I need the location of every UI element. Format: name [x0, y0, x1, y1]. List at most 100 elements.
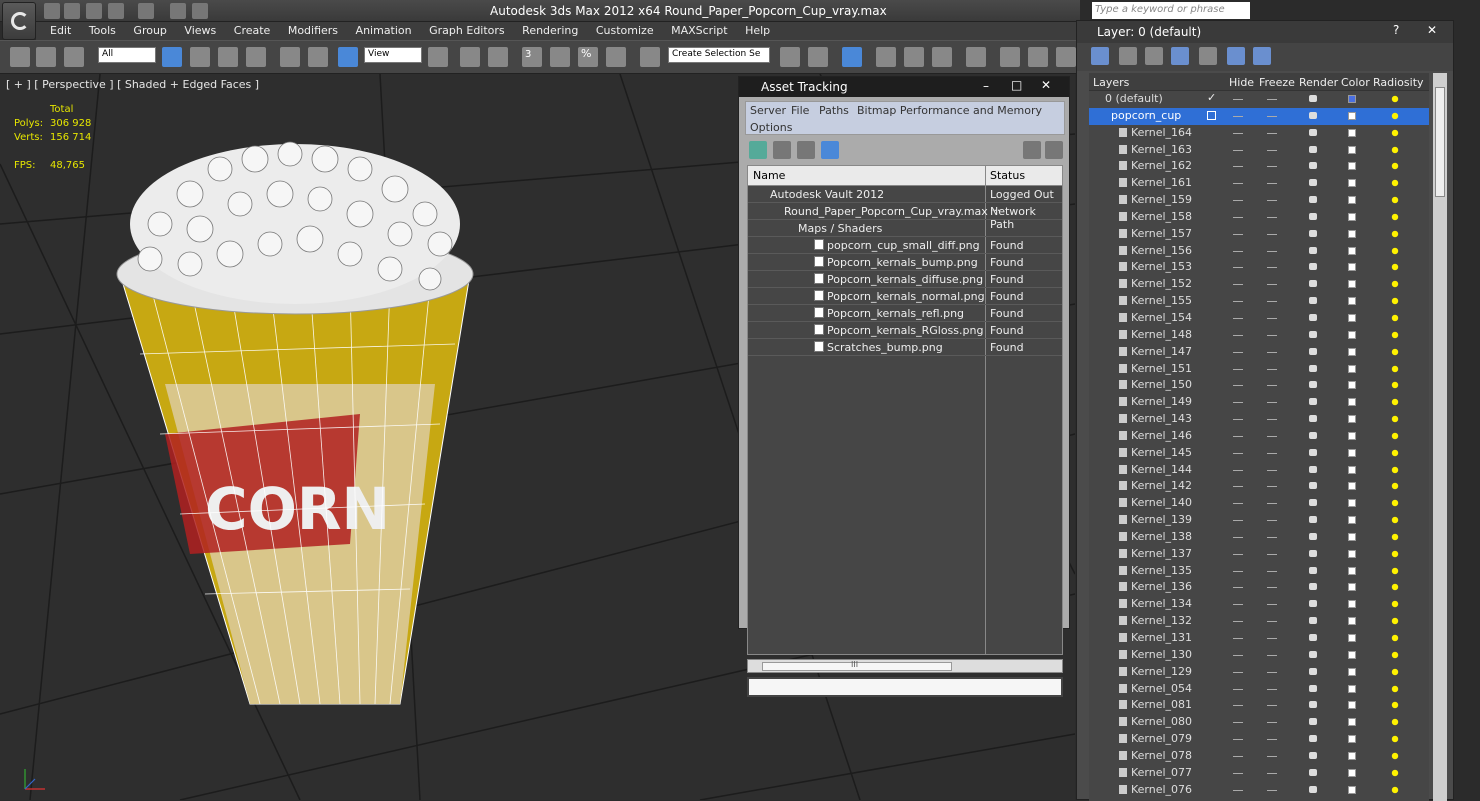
hide-toggle[interactable]	[1233, 267, 1243, 269]
new-file-icon[interactable]	[44, 3, 60, 19]
menu-help[interactable]: Help	[745, 22, 770, 39]
render-toggle-icon[interactable]	[1309, 313, 1317, 321]
freeze-toggle[interactable]	[1267, 520, 1277, 522]
add-to-layer-icon[interactable]	[1145, 47, 1163, 65]
help-icon[interactable]: ?	[1393, 23, 1399, 37]
object-color-swatch[interactable]	[1348, 549, 1356, 558]
render-toggle-icon[interactable]	[1309, 431, 1317, 439]
freeze-toggle[interactable]	[1267, 284, 1277, 286]
hide-toggle[interactable]	[1233, 301, 1243, 303]
named-selection-sets-dropdown[interactable]: Create Selection Se	[668, 47, 770, 63]
asset-tracking-titlebar[interactable]: Asset Tracking – □ ✕	[739, 77, 1069, 97]
radiosity-icon[interactable]	[1389, 749, 1401, 762]
object-color-swatch[interactable]	[1348, 785, 1356, 794]
close-icon[interactable]: ✕	[1041, 78, 1051, 92]
asset-row[interactable]: Maps / Shaders	[748, 220, 1062, 237]
list-view-icon[interactable]	[773, 141, 791, 159]
layer-object-row[interactable]: Kernel_076	[1089, 782, 1429, 799]
object-color-swatch[interactable]	[1348, 280, 1356, 289]
freeze-toggle[interactable]	[1267, 267, 1277, 269]
menu-views[interactable]: Views	[184, 22, 216, 39]
render-toggle-icon[interactable]	[1309, 263, 1317, 271]
hide-toggle[interactable]	[1233, 621, 1243, 623]
radiosity-icon[interactable]	[1389, 160, 1401, 173]
object-color-swatch[interactable]	[1348, 212, 1356, 221]
render-toggle-icon[interactable]	[1309, 128, 1317, 136]
freeze-toggle[interactable]	[1267, 638, 1277, 639]
render-toggle-icon[interactable]	[1309, 297, 1317, 305]
layer-object-row[interactable]: Kernel_079	[1089, 731, 1429, 748]
radiosity-icon[interactable]	[1389, 93, 1401, 105]
select-objects-icon[interactable]	[1171, 47, 1189, 65]
radiosity-icon[interactable]	[1389, 227, 1401, 240]
layer-object-row[interactable]: Kernel_153	[1089, 259, 1429, 276]
layer-object-row[interactable]: Kernel_132	[1089, 613, 1429, 630]
radiosity-icon[interactable]	[1389, 143, 1401, 156]
render-toggle-icon[interactable]	[1309, 111, 1317, 119]
freeze-toggle[interactable]	[1267, 688, 1277, 690]
radiosity-icon[interactable]	[1389, 126, 1401, 139]
menu-modifiers[interactable]: Modifiers	[288, 22, 338, 39]
maximize-icon[interactable]: □	[1011, 78, 1022, 92]
radiosity-icon[interactable]	[1389, 497, 1401, 510]
asset-row[interactable]: Popcorn_kernals_diffuse.png Found	[748, 271, 1062, 288]
link-icon[interactable]	[10, 47, 30, 67]
hide-toggle[interactable]	[1233, 351, 1243, 353]
save-icon[interactable]	[86, 3, 102, 19]
layer-manager-titlebar[interactable]: Layer: 0 (default) ? ✕	[1077, 21, 1453, 43]
freeze-toggle[interactable]	[1267, 621, 1277, 623]
freeze-toggle[interactable]	[1267, 385, 1277, 387]
color-header[interactable]: Color	[1341, 76, 1370, 89]
hide-toggle[interactable]	[1233, 772, 1243, 774]
radiosity-icon[interactable]	[1389, 177, 1401, 190]
layers-header[interactable]: Layers	[1093, 76, 1129, 89]
render-toggle-icon[interactable]	[1309, 735, 1317, 743]
menu-create[interactable]: Create	[234, 22, 271, 39]
freeze-toggle[interactable]	[1267, 536, 1277, 538]
hide-toggle[interactable]	[1233, 536, 1243, 538]
freeze-toggle[interactable]	[1267, 570, 1277, 572]
radiosity-icon[interactable]	[1389, 328, 1401, 341]
object-color-swatch[interactable]	[1348, 751, 1356, 760]
layer-object-row[interactable]: Kernel_157	[1089, 226, 1429, 243]
hide-toggle[interactable]	[1233, 284, 1243, 286]
freeze-toggle[interactable]	[1267, 351, 1277, 353]
refresh-icon[interactable]	[749, 141, 767, 159]
hide-toggle[interactable]	[1233, 503, 1243, 505]
object-color-swatch[interactable]	[1348, 381, 1356, 390]
hide-toggle[interactable]	[1233, 115, 1243, 117]
object-color-swatch[interactable]	[1348, 128, 1356, 137]
freeze-toggle[interactable]	[1267, 604, 1277, 606]
render-toggle-icon[interactable]	[1309, 566, 1317, 574]
layer-color-swatch[interactable]	[1348, 95, 1356, 103]
layer-object-row[interactable]: Kernel_159	[1089, 192, 1429, 209]
radiosity-icon[interactable]	[1389, 261, 1401, 274]
render-toggle-icon[interactable]	[1309, 600, 1317, 608]
freeze-toggle[interactable]	[1267, 183, 1277, 185]
freeze-toggle[interactable]	[1267, 250, 1277, 252]
freeze-toggle[interactable]	[1267, 166, 1277, 168]
menu-group[interactable]: Group	[133, 22, 167, 39]
radiosity-icon[interactable]	[1389, 362, 1401, 375]
freeze-toggle[interactable]	[1267, 200, 1277, 202]
asset-path-field[interactable]	[747, 677, 1063, 697]
freeze-toggle[interactable]	[1267, 705, 1277, 707]
render-toggle-icon[interactable]	[1309, 246, 1317, 254]
rendered-frame-window-icon[interactable]	[1028, 47, 1048, 67]
freeze-toggle[interactable]	[1267, 654, 1277, 656]
freeze-toggle[interactable]	[1267, 233, 1277, 235]
render-toggle-icon[interactable]	[1309, 229, 1317, 237]
hide-toggle[interactable]	[1233, 183, 1243, 185]
freeze-toggle[interactable]	[1267, 435, 1277, 437]
object-color-swatch[interactable]	[1348, 667, 1356, 676]
open-file-icon[interactable]	[64, 3, 80, 19]
hide-toggle[interactable]	[1233, 705, 1243, 707]
layer-object-row[interactable]: Kernel_145	[1089, 445, 1429, 462]
curve-editor-icon[interactable]	[904, 47, 924, 67]
keyboard-shortcut-icon[interactable]	[488, 47, 508, 67]
object-color-swatch[interactable]	[1348, 701, 1356, 710]
edit-named-selection-icon[interactable]	[640, 47, 660, 67]
render-toggle-icon[interactable]	[1309, 448, 1317, 456]
hide-toggle[interactable]	[1233, 402, 1243, 404]
object-color-swatch[interactable]	[1348, 398, 1356, 407]
